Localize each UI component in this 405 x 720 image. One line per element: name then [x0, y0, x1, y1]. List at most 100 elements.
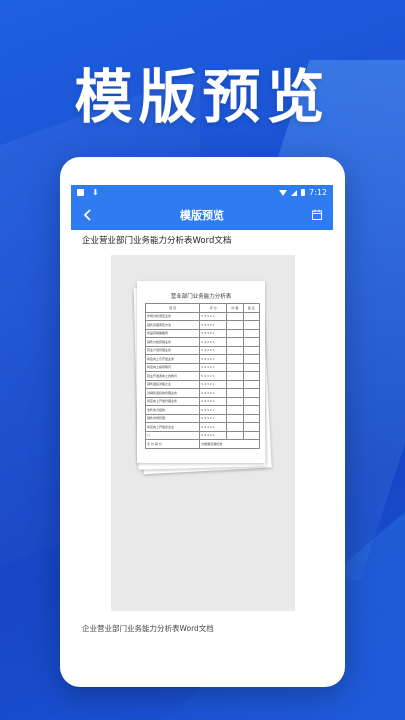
share-icon[interactable] — [311, 209, 323, 221]
sheet-cell — [226, 396, 244, 406]
back-arrow-icon[interactable] — [81, 208, 95, 222]
sheet-table: 项 目 评 分 内 容 备 注 市场分析调查业务 5 4 3 2 1 销售管理调查方… — [144, 303, 261, 449]
sheet-cell — [242, 354, 261, 364]
sheet-row: 商品营销策略导 5 4 3 2 1 — [144, 328, 261, 338]
sheet-cell — [226, 422, 244, 432]
sheet-row: 商店向上开发表企业 5 4 3 2 1 — [144, 422, 261, 432]
sheet-row: 销售组织对策之业 5 4 3 2 1 — [144, 379, 261, 389]
sheet-cell — [226, 430, 244, 440]
sheet-row: 零售商力结构 5 4 3 2 1 — [144, 405, 261, 415]
sheet-cell: 5 4 3 2 1 — [199, 345, 228, 355]
sheet-cell: 5 4 3 2 1 — [199, 388, 228, 398]
sheet-cell: 5 4 3 2 1 — [199, 354, 228, 364]
sheet-row: 营业计划管理业务 5 4 3 2 1 — [144, 345, 261, 355]
sheet-cell: 5 4 3 2 1 — [199, 362, 228, 372]
sheet-cell — [242, 328, 261, 338]
sheet-row: 销售管理调查方法 5 4 3 2 1 — [144, 320, 261, 330]
sheet-cell — [242, 320, 261, 330]
sheet-cell — [226, 362, 244, 372]
sheet-cell — [226, 345, 244, 355]
sheet-cell: ( ) — [144, 430, 201, 440]
sheet-row: 市场分析调查业务 5 4 3 2 1 — [144, 311, 261, 321]
sheet-footer-cell: 分数越高越优秀 — [199, 439, 260, 449]
sheet-title: 营业部门业务能力分析表 — [170, 294, 232, 300]
sheet-cell: 5 4 3 2 1 — [199, 413, 228, 423]
signal-icon — [291, 189, 298, 196]
sheet-cell: 5 4 3 2 1 — [199, 320, 228, 330]
sheet-cell — [226, 371, 244, 381]
sheet-cell: 销售市场管理 — [144, 413, 201, 423]
battery-icon — [301, 189, 306, 196]
sheet-header-cell: 内 容 — [226, 303, 244, 313]
sheet-row: 对销售组织的管理业务 5 4 3 2 1 — [144, 388, 261, 398]
sheet-cell — [242, 371, 261, 381]
sheet-cell — [242, 362, 261, 372]
sheet-footer-row: 评 价 得 分分数越高越优秀 — [144, 439, 260, 449]
sheet-cell — [242, 405, 261, 415]
app-bar: 模版预览 — [71, 200, 333, 230]
sheet-cell: 5 4 3 2 1 — [199, 430, 228, 440]
sheet-cell: 5 4 3 2 1 — [199, 337, 228, 347]
sheet-header-cell: 评 分 — [199, 303, 228, 313]
sheet-cell: 5 4 3 2 1 — [199, 328, 228, 338]
sheet-row: ( ) 5 4 3 2 1 — [144, 430, 261, 440]
promo-title: 模版预览 — [74, 63, 331, 131]
sheet-header-row: 项 目 评 分 内 容 备 注 — [144, 303, 261, 313]
sheet-cell: 商店向上开发表企业 — [144, 422, 201, 432]
sheet-row: 营业开发者向上的教育 5 4 3 2 1 — [144, 371, 261, 381]
sheet-row: 销售价格营销业务 5 4 3 2 1 — [144, 337, 261, 347]
image-icon — [77, 189, 84, 196]
sheet-cell: 商品营销策略导 — [144, 328, 201, 338]
sheet-cell: 营业开发者向上的教育 — [144, 371, 201, 381]
sheet-cell: 5 4 3 2 1 — [199, 405, 228, 415]
sheet-cell — [226, 354, 244, 364]
download-icon: ⬇ — [92, 188, 99, 197]
sheet-cell: 5 4 3 2 1 — [199, 396, 228, 406]
sheet-cell: 商店向上指导教育 — [144, 362, 201, 372]
sheet-cell: 市场分析调查业务 — [144, 311, 201, 321]
sheet-cell — [242, 379, 261, 389]
sheet-cell: 5 4 3 2 1 — [199, 422, 228, 432]
sheet-cell: 对销售组织的管理业务 — [144, 388, 201, 398]
sheet-cell — [242, 430, 261, 440]
sheet-cell: 销售管理调查方法 — [144, 320, 201, 330]
sheet-cell: 5 4 3 2 1 — [199, 379, 228, 389]
sheet-cell — [242, 388, 261, 398]
sheet-cell: 5 4 3 2 1 — [199, 371, 228, 381]
paper-sheet-front: 营业部门业务能力分析表 项 目 评 分 内 容 备 注 市场分析调查业务 5 4 … — [137, 281, 265, 463]
sheet-cell: 零售商力结构 — [144, 405, 201, 415]
sheet-cell — [242, 337, 261, 347]
sheet-cell — [226, 328, 244, 338]
sheet-cell — [226, 320, 244, 330]
paper-stack: 营业部门业务能力分析表 项 目 评 分 内 容 备 注 市场分析调查业务 5 4 … — [133, 281, 272, 475]
sheet-cell: 商店向上开发管理业务 — [144, 396, 201, 406]
status-time: 7:12 — [309, 188, 327, 197]
sheet-cell: 销售组织对策之业 — [144, 379, 201, 389]
sheet-cell — [242, 396, 261, 406]
sheet-cell: 销售价格营销业务 — [144, 337, 201, 347]
sheet-footer-cell: 评 价 得 分 — [144, 439, 201, 449]
sheet-cell — [242, 413, 261, 423]
sheet-cell: 5 4 3 2 1 — [199, 311, 228, 321]
sheet-cell — [226, 337, 244, 347]
page-title: 模版预览 — [180, 209, 224, 222]
sheet-row: 销售市场管理 5 4 3 2 1 — [144, 413, 261, 423]
sheet-cell — [242, 422, 261, 432]
document-preview[interactable]: 营业部门业务能力分析表 项 目 评 分 内 容 备 注 市场分析调查业务 5 4 … — [111, 255, 295, 611]
phone-frame: ⬇ 7:12 模版预览 企业营业部门业务能力分析表Word文档 营业部门业务能力… — [60, 157, 345, 687]
sheet-row: 商店向上开发管理业务 5 4 3 2 1 — [144, 396, 261, 406]
sheet-header-cell: 项 目 — [144, 303, 201, 313]
wifi-icon — [279, 189, 288, 196]
sheet-row: 商店向上指导教育 5 4 3 2 1 — [144, 362, 261, 372]
sheet-row: 商店向上与开发业务 5 4 3 2 1 — [144, 354, 261, 364]
sheet-cell — [226, 388, 244, 398]
sheet-cell — [226, 413, 244, 423]
sheet-cell: 商店向上与开发业务 — [144, 354, 201, 364]
sheet-header-cell: 备 注 — [242, 303, 261, 313]
sheet-cell — [242, 311, 261, 321]
sheet-cell — [226, 379, 244, 389]
sheet-cell — [242, 345, 261, 355]
sheet-cell — [226, 405, 244, 415]
sheet-cell — [226, 311, 244, 321]
document-title: 企业营业部门业务能力分析表Word文档 — [82, 236, 232, 246]
